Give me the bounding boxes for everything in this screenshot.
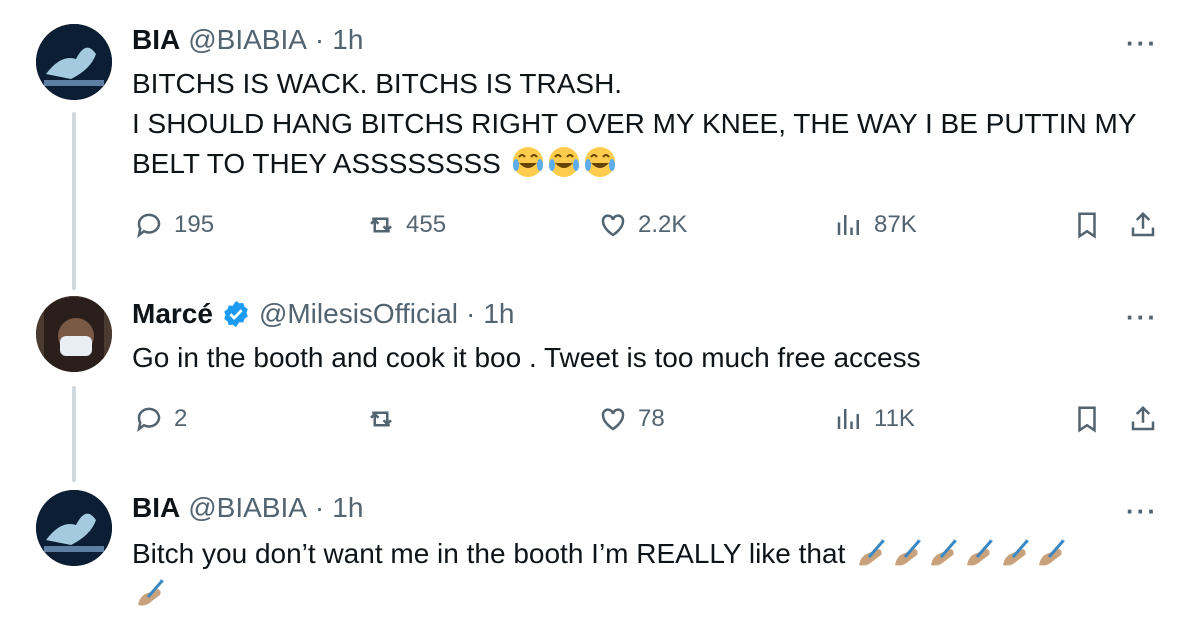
reply-button[interactable]: 2 [134,404,187,434]
avatar-image [36,490,112,566]
face-with-tears-of-joy-icon [511,146,544,178]
reply-button[interactable]: 195 [134,210,214,240]
writing-hand-icon [893,537,923,567]
writing-hand-icon [929,537,959,567]
reply-count: 195 [174,211,215,238]
author-handle[interactable]: @BIABIA [188,492,307,524]
like-button[interactable]: 78 [598,404,665,434]
views-button[interactable]: 87K [834,210,917,240]
tweet-3[interactable]: BIA @BIABIA · 1h ··· Bitch you don’t wan… [0,484,1202,632]
like-count: 2.2K [638,211,688,238]
views-icon [837,409,859,429]
avatar-image [36,24,112,100]
writing-hand-icon [965,537,995,567]
writing-hand-icon [857,537,887,567]
tweet-line: BELT TO THEY ASSSSSSSS [132,148,501,179]
avatar[interactable] [36,24,112,100]
tweet-line-with-emoji: BELT TO THEY ASSSSSSSS [132,144,1172,184]
tweet-1[interactable]: BIA @BIABIA · 1h ··· BITCHS IS WACK. BIT… [0,0,1202,270]
reply-count: 2 [174,405,188,432]
tweet-text: Go in the booth and cook it boo . Tweet … [132,338,1172,378]
avatar[interactable] [36,296,112,372]
like-button[interactable]: 2.2K [598,210,687,240]
retweet-icon [370,217,392,233]
action-bar: 195 455 2.2K 87K [132,210,1172,254]
views-button[interactable]: 11K [834,404,915,434]
verified-badge-icon [224,300,248,328]
face-with-tears-of-joy-icon [583,146,616,178]
retweet-button[interactable]: 455 [366,210,446,240]
tweet-line: BITCHS IS WACK. BITCHS IS TRASH. [132,68,623,99]
view-count: 11K [874,405,915,432]
separator: · [314,24,325,55]
heart-icon [601,214,625,237]
timestamp[interactable]: 1h [332,24,363,56]
tweet-line-with-emoji: Bitch you don’t want me in the booth I’m… [132,534,1172,574]
avatar[interactable] [36,490,112,566]
bookmark-icon [1078,212,1096,239]
tweet-text: BITCHS IS WACK. BITCHS IS TRASH. I SHOUL… [132,64,1172,184]
share-button[interactable] [1128,210,1158,240]
retweet-icon [370,411,392,427]
tweet-line: I SHOULD HANG BITCHS RIGHT OVER MY KNEE,… [132,108,1137,139]
bookmark-button[interactable] [1072,210,1102,240]
emoji-line [132,574,1172,614]
author-name[interactable]: BIA [132,24,180,56]
bookmark-icon [1078,406,1096,433]
separator: · [466,298,476,329]
timestamp[interactable]: 1h [332,492,363,524]
separator: · [314,492,325,523]
share-icon [1131,211,1155,237]
share-button[interactable] [1128,404,1158,434]
timestamp[interactable]: 1h [483,298,514,330]
tweet-text: Bitch you don’t want me in the booth I’m… [132,534,1172,614]
more-options-icon[interactable]: ··· [1126,496,1158,527]
face-with-tears-of-joy-icon [547,146,580,178]
bookmark-button[interactable] [1072,404,1102,434]
more-options-icon[interactable]: ··· [1126,302,1158,333]
share-icon [1131,405,1155,431]
author-name[interactable]: BIA [132,492,180,524]
writing-hand-icon [1037,537,1067,567]
tweet-line: Bitch you don’t want me in the booth I’m… [132,538,846,569]
writing-hand-icon [136,577,166,607]
avatar-image [36,296,112,372]
tweet-2[interactable]: Marcé @MilesisOfficial · 1h ··· Go in th… [0,290,1202,470]
reply-icon [137,213,161,238]
heart-icon [601,408,625,431]
more-options-icon[interactable]: ··· [1126,28,1158,59]
reply-icon [137,407,161,432]
like-count: 78 [638,405,665,432]
author-handle[interactable]: @BIABIA [188,24,307,56]
author-handle[interactable]: @MilesisOfficial [259,298,458,330]
tweet-line: Go in the booth and cook it boo . Tweet … [132,342,921,373]
writing-hand-icon [1001,537,1031,567]
retweet-count: 455 [406,211,447,238]
action-bar: 2 78 11K [132,404,1172,448]
views-icon [837,215,859,235]
view-count: 87K [874,211,917,238]
author-name[interactable]: Marcé [132,298,213,330]
retweet-button[interactable] [366,404,406,434]
